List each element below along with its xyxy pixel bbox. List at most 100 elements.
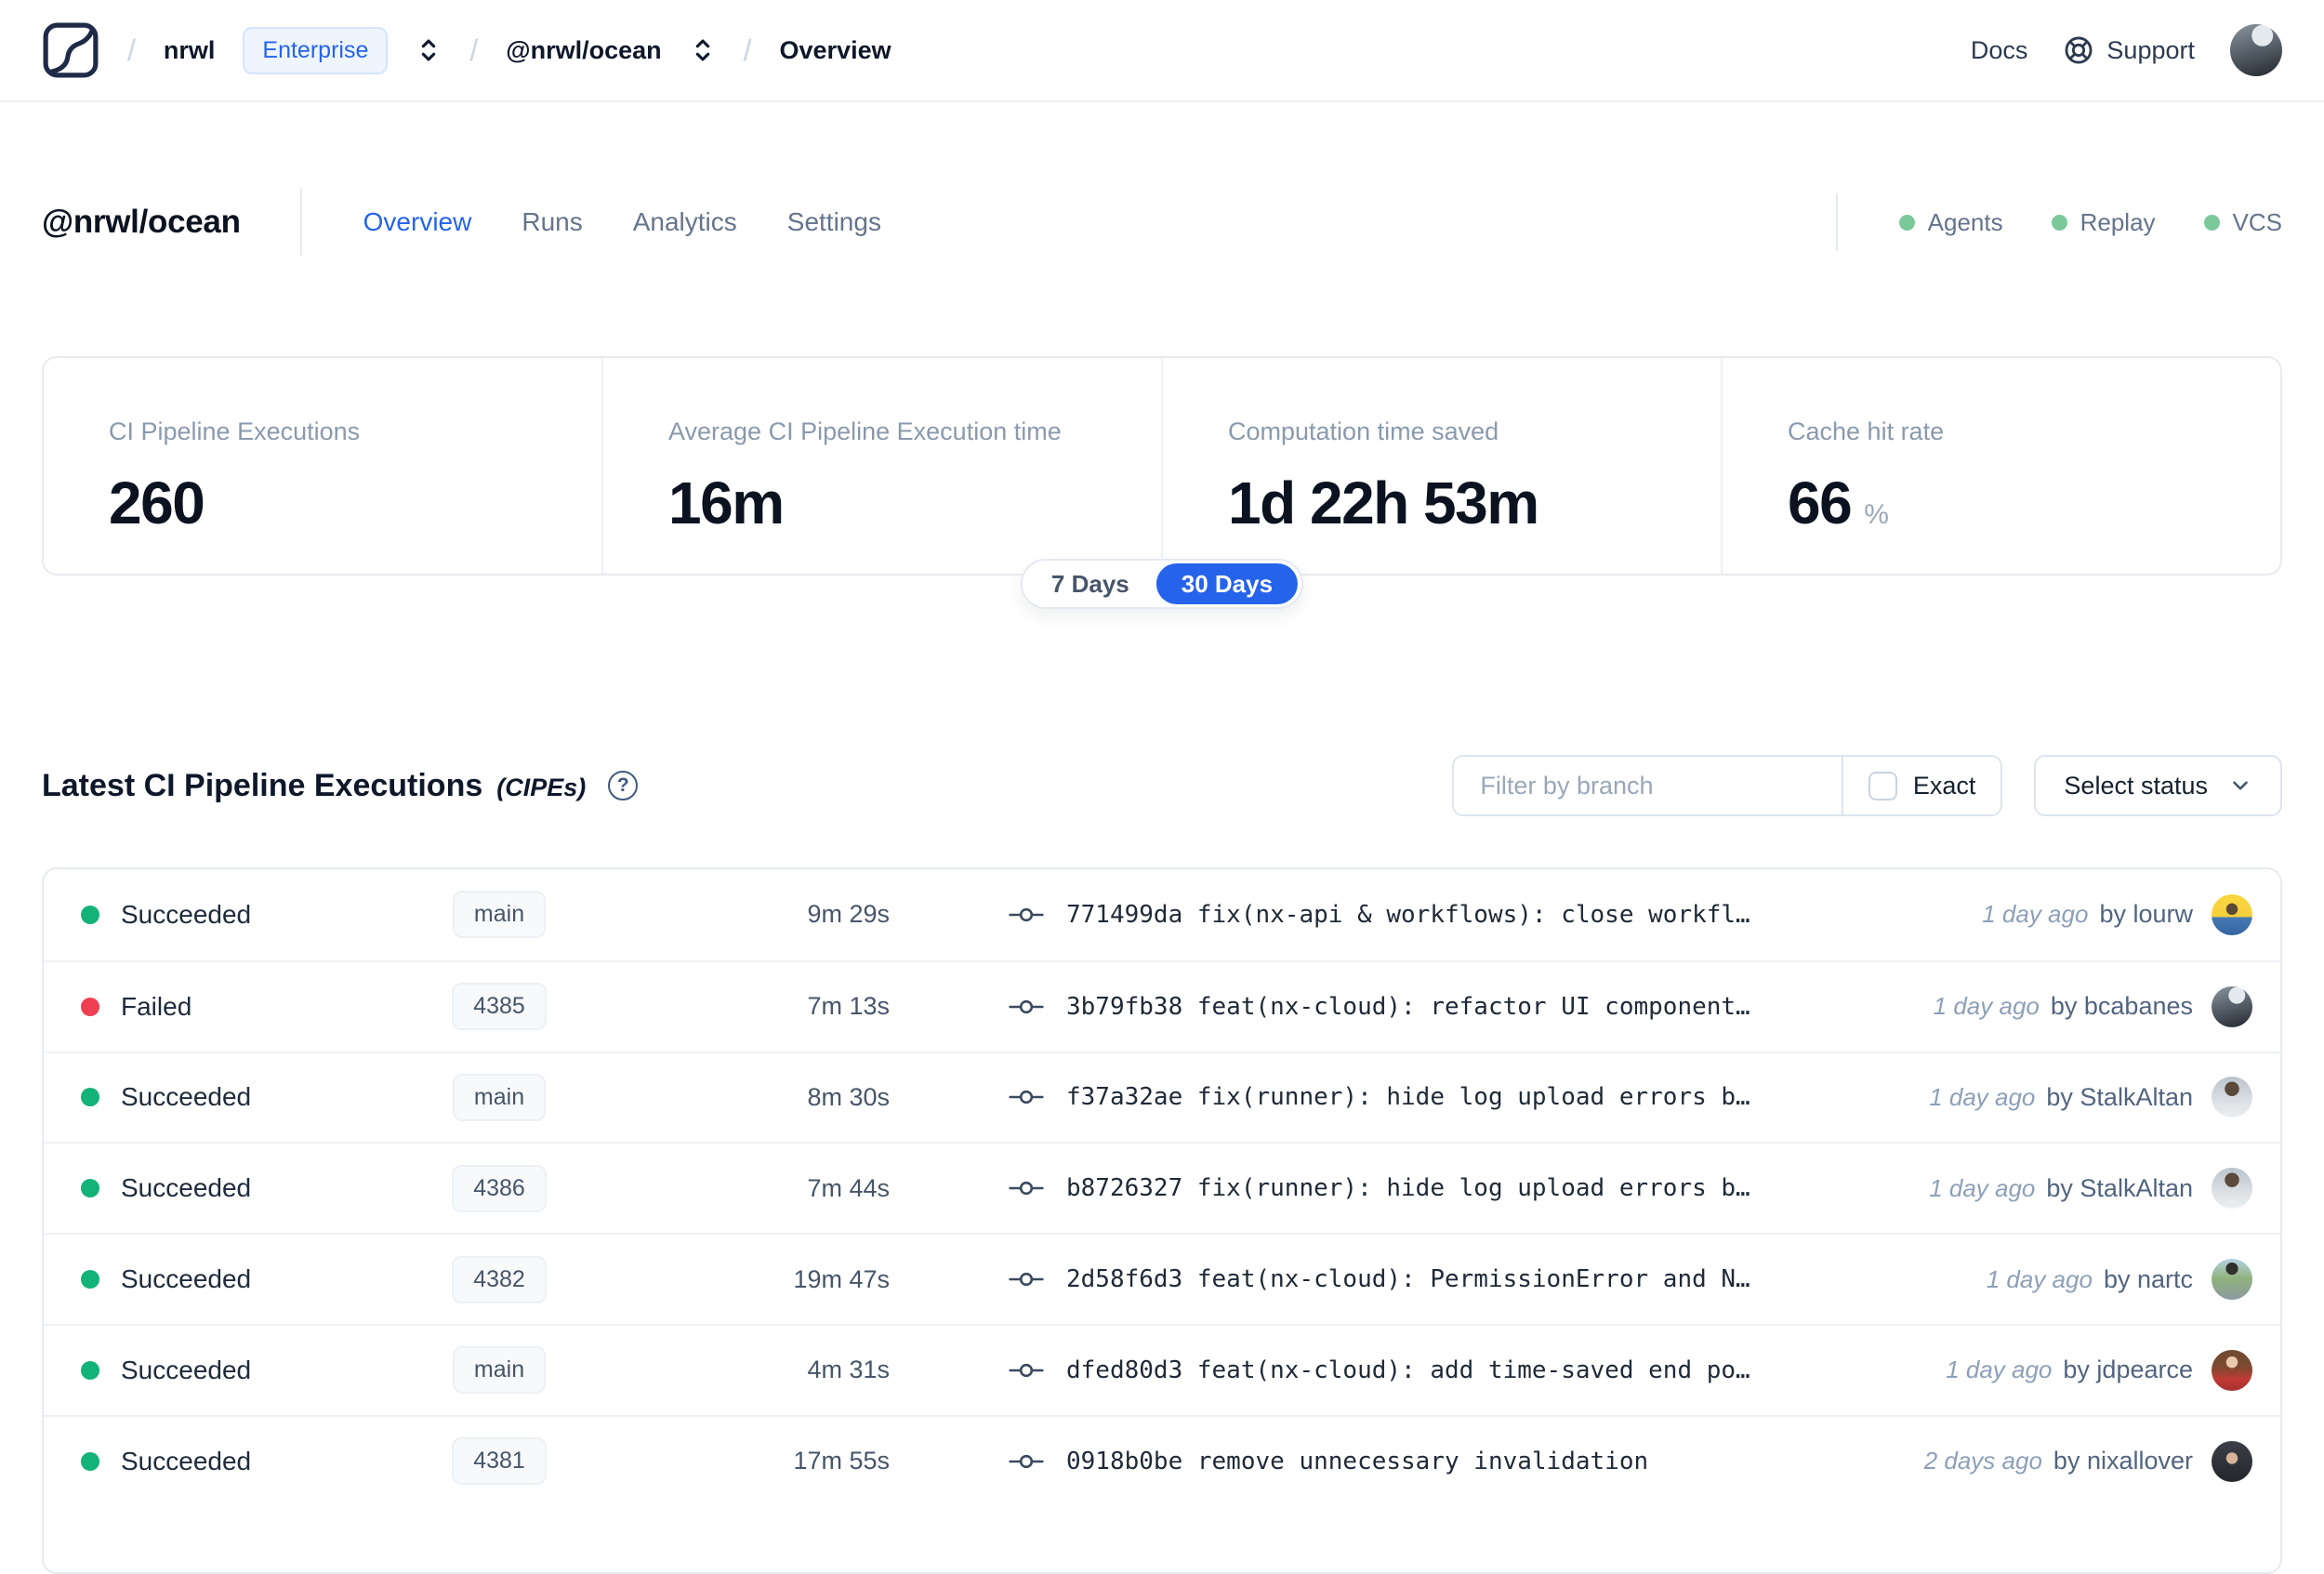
workspace-switcher-button[interactable] (690, 34, 716, 66)
exact-toggle[interactable]: Exact (1841, 757, 2001, 814)
stat-card: Computation time saved 1d 22h 53m (1161, 358, 1721, 574)
cipe-meta-cell: 1 day ago by nartc (1987, 1259, 2252, 1301)
section-title: Latest CI Pipeline Executions (CIPEs) (42, 768, 586, 804)
author: by nixallover (2053, 1447, 2193, 1475)
commit-message: 3b79fb38 feat(nx-cloud): refactor UI com… (1066, 992, 1750, 1021)
cipe-row[interactable]: Succeeded main 9m 29s 771499da fix(nx-ap… (44, 869, 2280, 960)
date-range-option[interactable]: 7 Days (1026, 563, 1155, 604)
docs-link[interactable]: Docs (1971, 36, 2028, 65)
time-ago: 1 day ago (1982, 900, 2089, 929)
cipe-branch-cell: 4382 (416, 1255, 583, 1303)
stat-label: Cache hit rate (1788, 417, 1945, 445)
date-range-option[interactable]: 30 Days (1155, 563, 1299, 604)
cipe-table: Succeeded main 9m 29s 771499da fix(nx-ap… (42, 867, 2282, 1574)
cipe-commit-cell: f37a32ae fix(runner): hide log upload er… (1009, 1083, 1750, 1111)
cipe-row[interactable]: Failed 4385 7m 13s 3b79fb38 feat(nx-clou… (44, 959, 2280, 1052)
cipe-status-label: Succeeded (121, 1264, 252, 1294)
cipe-meta-cell: 1 day ago by lourw (1982, 893, 2252, 935)
status-indicator-label: Replay (2080, 207, 2156, 236)
date-range-toggle: 7 Days 30 Days (1020, 559, 1304, 609)
author-avatar (2212, 1440, 2252, 1482)
user-avatar[interactable] (2230, 24, 2282, 76)
branch-filter-input[interactable] (1454, 757, 1842, 814)
workspace-tab[interactable]: Settings (787, 207, 881, 237)
cipe-duration: 4m 31s (807, 1356, 890, 1384)
cipe-row[interactable]: Succeeded 4381 17m 55s 0918b0be remove u… (44, 1414, 2280, 1506)
time-ago: 1 day ago (1929, 1082, 2036, 1111)
cipe-meta-cell: 2 days ago by nixallover (1923, 1440, 2252, 1482)
status-indicator-label: Agents (1927, 207, 2003, 236)
status-indicator[interactable]: Replay (2051, 207, 2156, 237)
select-status-label: Select status (2064, 771, 2208, 800)
cipe-duration: 8m 30s (807, 1082, 890, 1111)
git-commit-icon (1009, 1454, 1044, 1468)
status-indicators: Agents Replay VCS (1898, 207, 2282, 237)
workspace-header: @nrwl/ocean Overview Runs Analytics Setting… (42, 186, 2282, 258)
chevron-down-icon (2233, 781, 2248, 790)
git-commit-icon (1009, 1363, 1044, 1378)
cipe-status-cell: Succeeded (81, 1264, 416, 1294)
cipe-commit-cell: 771499da fix(nx-api & workflows): close … (1009, 901, 1750, 929)
commit-message: dfed80d3 feat(nx-cloud): add time-saved … (1066, 1356, 1750, 1384)
cipe-row[interactable]: Succeeded 4386 7m 44s b8726327 fix(runne… (44, 1142, 2280, 1233)
branch-badge: 4386 (452, 1164, 547, 1212)
cipe-row[interactable]: Succeeded main 8m 30s f37a32ae fix(runne… (44, 1051, 2280, 1143)
status-dot-icon (81, 1088, 99, 1107)
cipe-branch-cell: 4386 (416, 1164, 583, 1212)
support-link[interactable]: Support (2063, 34, 2195, 66)
cipe-duration: 7m 44s (807, 1173, 890, 1202)
branch-badge: 4381 (452, 1437, 547, 1486)
cipe-status-cell: Failed (81, 992, 416, 1022)
stat-card: Average CI Pipeline Execution time 16m (601, 358, 1161, 574)
time-ago: 2 days ago (1923, 1447, 2042, 1475)
branch-badge: main (452, 891, 547, 939)
exact-checkbox[interactable] (1868, 771, 1897, 800)
cipe-branch-cell: main (416, 891, 583, 939)
filters: Exact Select status (1452, 755, 2282, 816)
cipe-row[interactable]: Succeeded main 4m 31s dfed80d3 feat(nx-c… (44, 1323, 2280, 1415)
breadcrumb-separator: / (127, 33, 136, 67)
cipe-meta-cell: 1 day ago by StalkAltan (1929, 1077, 2252, 1118)
workspace-tab[interactable]: Runs (522, 207, 582, 237)
org-switcher-button[interactable] (416, 34, 442, 66)
status-indicator[interactable]: VCS (2203, 208, 2282, 237)
author: by StalkAltan (2046, 1173, 2193, 1202)
cipe-branch-cell: 4381 (416, 1437, 583, 1486)
breadcrumb: / nrwl Enterprise / @nrwl/ocean / Overvi… (42, 21, 891, 79)
workspace-tab[interactable]: Analytics (633, 207, 737, 237)
branch-badge: 4382 (452, 1255, 547, 1303)
status-dot-icon (81, 1179, 99, 1198)
breadcrumb-separator: / (469, 33, 479, 67)
breadcrumb-org[interactable]: nrwl (164, 36, 216, 65)
author-avatar (2212, 1168, 2252, 1210)
stat-value-number: 16m (668, 470, 785, 536)
cipe-duration: 9m 29s (807, 900, 890, 929)
cipe-status-cell: Succeeded (81, 1356, 416, 1385)
nx-cloud-logo-icon[interactable] (42, 21, 99, 79)
cipe-branch-cell: main (416, 1346, 583, 1395)
author: by StalkAltan (2046, 1082, 2193, 1111)
commit-message: 771499da fix(nx-api & workflows): close … (1066, 900, 1750, 929)
author: by lourw (2099, 900, 2193, 929)
git-commit-icon (1009, 1272, 1044, 1287)
cipe-meta-cell: 1 day ago by jdpearce (1946, 1349, 2252, 1391)
stat-value: 66 % (1788, 469, 2280, 537)
author-avatar (2212, 893, 2252, 935)
breadcrumb-page[interactable]: Overview (780, 36, 891, 65)
enterprise-badge: Enterprise (243, 26, 389, 74)
select-status-dropdown[interactable]: Select status (2034, 755, 2282, 816)
cipe-meta-cell: 1 day ago by StalkAltan (1929, 1168, 2252, 1210)
cipe-row[interactable]: Succeeded 4382 19m 47s 2d58f6d3 feat(nx-… (44, 1233, 2280, 1324)
section-title-text: Latest CI Pipeline Executions (42, 767, 483, 803)
help-icon[interactable]: ? (608, 771, 639, 800)
stat-card: CI Pipeline Executions 260 (44, 358, 601, 574)
git-commit-icon (1009, 999, 1044, 1013)
breadcrumb-workspace[interactable]: @nrwl/ocean (506, 36, 661, 65)
cipe-commit-cell: 2d58f6d3 feat(nx-cloud): PermissionError… (1009, 1265, 1750, 1293)
workspace-tab[interactable]: Overview (363, 207, 472, 237)
author: by jdpearce (2063, 1356, 2193, 1384)
time-ago: 1 day ago (1946, 1356, 2053, 1384)
stat-value-number: 1d 22h 53m (1228, 470, 1539, 536)
cipe-status-label: Succeeded (121, 1082, 252, 1112)
status-indicator[interactable]: Agents (1898, 207, 2003, 237)
